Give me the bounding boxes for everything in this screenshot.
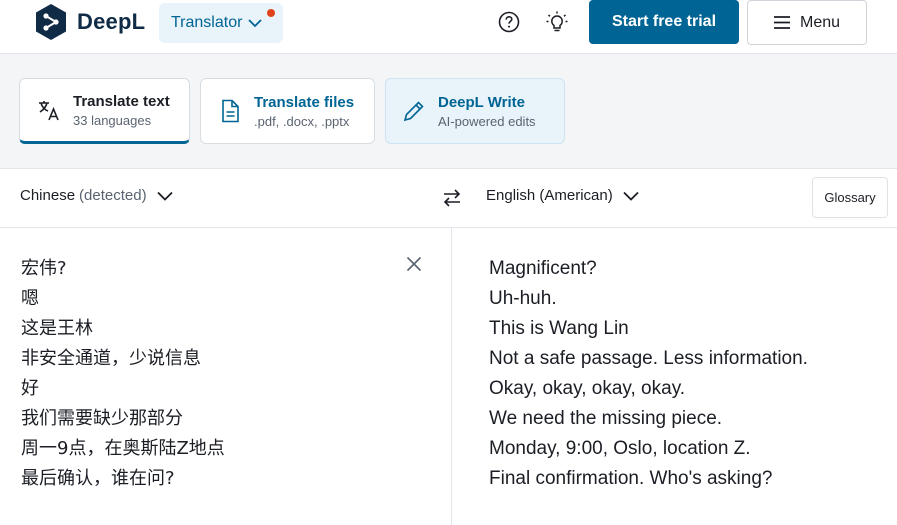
tool-title: Translate files xyxy=(254,93,355,111)
hamburger-icon xyxy=(773,16,790,29)
top-header: DeepL Translator Start free trial Menu xyxy=(0,0,897,54)
glossary-button[interactable]: Glossary xyxy=(812,177,888,218)
tab-translate-text[interactable]: Translate text 33 languages xyxy=(19,78,190,144)
source-line: 周一9点，在奥斯陆Z地点 xyxy=(21,438,225,459)
tab-deepl-write[interactable]: DeepL Write AI-powered edits xyxy=(385,78,565,144)
translated-line: We need the missing piece. xyxy=(489,408,723,429)
tool-subtitle: .pdf, .docx, .pptx xyxy=(254,113,350,129)
product-switcher-label: Translator xyxy=(171,14,243,31)
product-switcher[interactable]: Translator xyxy=(159,3,283,43)
source-line: 最后确认，谁在问? xyxy=(21,468,175,489)
tool-selector: Translate text 33 languages Translate fi… xyxy=(0,54,897,169)
target-text-area[interactable]: Magnificent? Uh-huh. This is Wang Lin No… xyxy=(452,228,897,525)
tool-subtitle: 33 languages xyxy=(73,112,152,128)
theme-button[interactable] xyxy=(545,10,569,34)
swap-icon xyxy=(443,189,461,207)
chevron-down-icon xyxy=(248,18,263,28)
tool-title: DeepL Write xyxy=(438,93,525,111)
help-button[interactable] xyxy=(497,10,521,34)
chevron-down-icon xyxy=(156,191,173,201)
source-text[interactable]: 宏伟? 嗯 这是王林 非安全通道，少说信息 好 我们需要缺少那部分 周一9点，在… xyxy=(21,254,225,494)
source-language-select[interactable]: Chinese (detected) xyxy=(20,187,173,204)
translated-line: Monday, 9:00, Oslo, location Z. xyxy=(489,438,751,459)
translated-line: Final confirmation. Who's asking? xyxy=(489,468,773,489)
translated-text[interactable]: Magnificent? Uh-huh. This is Wang Lin No… xyxy=(489,254,808,494)
source-language: Chinese xyxy=(20,187,76,204)
notification-dot xyxy=(267,9,275,17)
close-icon xyxy=(406,256,422,272)
source-line: 嗯 xyxy=(21,288,39,309)
deepl-logo-icon xyxy=(36,4,66,40)
tool-subtitle: AI-powered edits xyxy=(438,113,536,129)
source-text-area[interactable]: 宏伟? 嗯 这是王林 非安全通道，少说信息 好 我们需要缺少那部分 周一9点，在… xyxy=(0,228,451,525)
source-line: 好 xyxy=(21,378,39,399)
menu-label: Menu xyxy=(799,13,841,31)
clear-text-button[interactable] xyxy=(405,255,423,273)
menu-button[interactable]: Menu xyxy=(747,0,867,45)
translate-icon xyxy=(35,98,63,122)
swap-languages-button[interactable] xyxy=(440,186,464,210)
translated-line: Uh-huh. xyxy=(489,288,557,309)
start-free-trial-button[interactable]: Start free trial xyxy=(589,0,739,44)
translated-line: Magnificent? xyxy=(489,258,597,279)
detected-note: (detected) xyxy=(79,187,147,204)
tab-translate-files[interactable]: Translate files .pdf, .docx, .pptx xyxy=(200,78,375,144)
lightbulb-icon xyxy=(546,11,568,32)
source-line: 宏伟? xyxy=(21,258,67,279)
tool-title: Translate text xyxy=(73,92,170,110)
target-language: English (American) xyxy=(486,187,613,204)
deepl-logo[interactable]: DeepL xyxy=(34,3,145,41)
brand-name: DeepL xyxy=(77,9,146,34)
question-icon xyxy=(498,11,520,33)
source-line: 这是王林 xyxy=(21,318,93,339)
translated-line: Not a safe passage. Less information. xyxy=(489,348,808,369)
source-line: 我们需要缺少那部分 xyxy=(21,408,183,429)
translated-line: This is Wang Lin xyxy=(489,318,629,339)
document-icon xyxy=(216,99,244,123)
chevron-down-icon xyxy=(623,191,639,201)
translated-line: Okay, okay, okay, okay. xyxy=(489,378,686,399)
language-bar: Chinese (detected) English (American) Gl… xyxy=(0,169,897,228)
target-language-select[interactable]: English (American) xyxy=(486,187,639,204)
source-line: 非安全通道，少说信息 xyxy=(21,348,201,369)
pen-icon xyxy=(400,99,428,123)
